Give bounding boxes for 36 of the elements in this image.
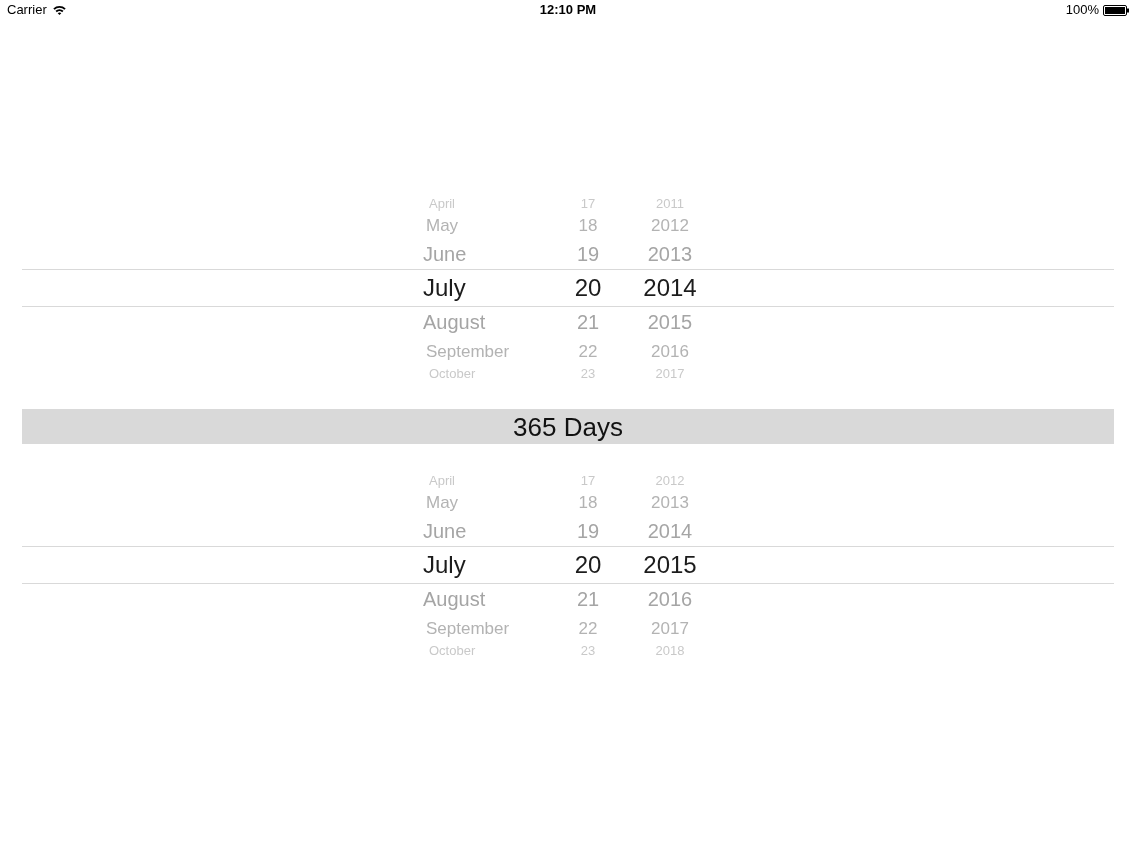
picker-item[interactable]: June <box>423 244 467 264</box>
picker-item[interactable]: 19 <box>576 244 600 264</box>
wifi-icon <box>52 5 66 15</box>
time-label: 12:10 PM <box>539 1 597 20</box>
picker-item[interactable]: 2015 <box>643 553 697 577</box>
picker-item[interactable]: 2015 <box>647 312 693 332</box>
picker-item[interactable]: 18 <box>578 216 598 234</box>
picker-item[interactable]: July <box>423 276 466 300</box>
picker-item[interactable]: August <box>423 312 486 332</box>
picker-item[interactable]: August <box>423 589 486 609</box>
picker-item[interactable]: 18 <box>578 493 598 511</box>
picker-item[interactable]: 21 <box>576 589 600 609</box>
picker-item[interactable]: 20 <box>574 553 602 577</box>
picker-item[interactable]: 2013 <box>647 244 693 264</box>
duration-label: 365 Days <box>513 413 623 440</box>
picker-item[interactable]: 19 <box>576 521 600 541</box>
battery-icon <box>1103 4 1129 16</box>
picker-item[interactable]: 22 <box>578 342 598 360</box>
picker-item[interactable]: July <box>423 553 466 577</box>
battery-percent: 100% <box>1065 1 1099 20</box>
picker-item[interactable]: 2016 <box>651 342 689 360</box>
picker-item[interactable]: September <box>426 619 510 637</box>
picker-item[interactable]: 2013 <box>651 493 689 511</box>
picker-item[interactable]: September <box>426 342 510 360</box>
picker-item[interactable]: May <box>426 493 459 511</box>
carrier-label: Carrier <box>7 1 47 20</box>
picker-item[interactable]: May <box>426 216 459 234</box>
picker-item[interactable]: 21 <box>576 312 600 332</box>
picker-item[interactable]: 2016 <box>647 589 693 609</box>
picker-item[interactable]: 2012 <box>651 216 689 234</box>
picker-item[interactable]: 22 <box>578 619 598 637</box>
picker-item[interactable]: 2014 <box>643 276 697 300</box>
picker-item[interactable]: 20 <box>574 276 602 300</box>
picker-item[interactable]: 2017 <box>651 619 689 637</box>
picker-item[interactable]: June <box>423 521 467 541</box>
picker-item[interactable]: 2014 <box>647 521 693 541</box>
